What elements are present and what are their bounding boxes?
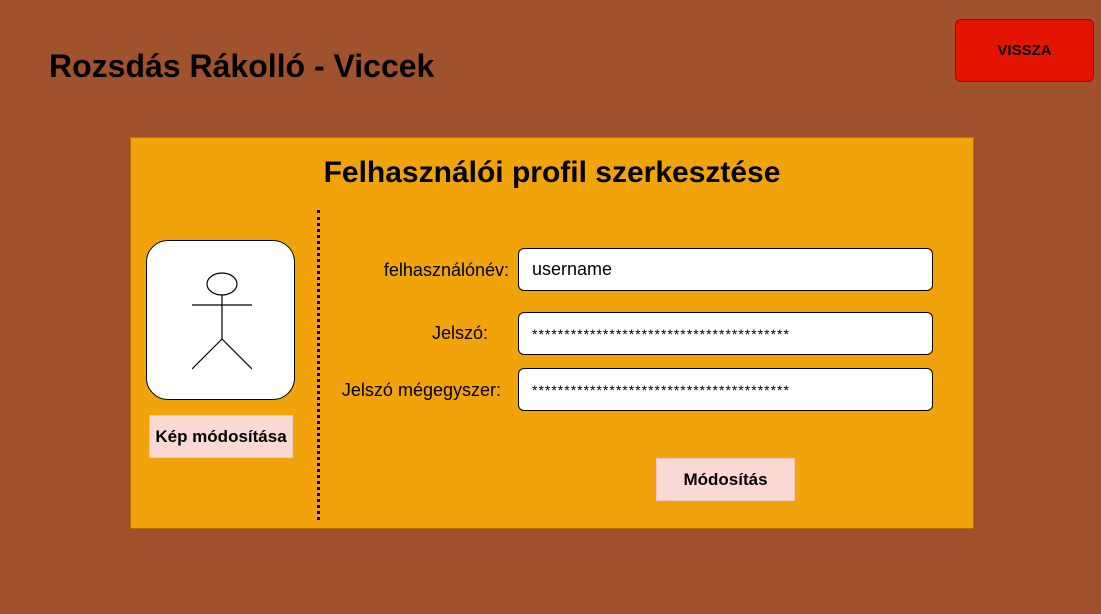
- vertical-divider: [317, 210, 320, 520]
- profile-edit-panel: Felhasználói profil szerkesztése Kép mód…: [130, 137, 974, 529]
- stick-figure-icon: [192, 272, 252, 370]
- username-input[interactable]: [518, 248, 933, 291]
- app-title: Rozsdás Rákolló - Viccek: [49, 48, 435, 84]
- password-input[interactable]: [518, 312, 933, 355]
- username-label: felhasználónév:: [383, 260, 509, 280]
- change-image-button[interactable]: Kép módosítása: [149, 415, 293, 458]
- back-button[interactable]: VISSZA: [955, 19, 1094, 82]
- password-label: Jelszó:: [431, 323, 488, 343]
- submit-button[interactable]: Módosítás: [656, 458, 795, 501]
- password-again-label: Jelszó mégegyszer:: [341, 380, 501, 400]
- avatar: [146, 240, 295, 400]
- panel-title: Felhasználói profil szerkesztése: [323, 156, 781, 189]
- password-again-input[interactable]: [518, 368, 933, 411]
